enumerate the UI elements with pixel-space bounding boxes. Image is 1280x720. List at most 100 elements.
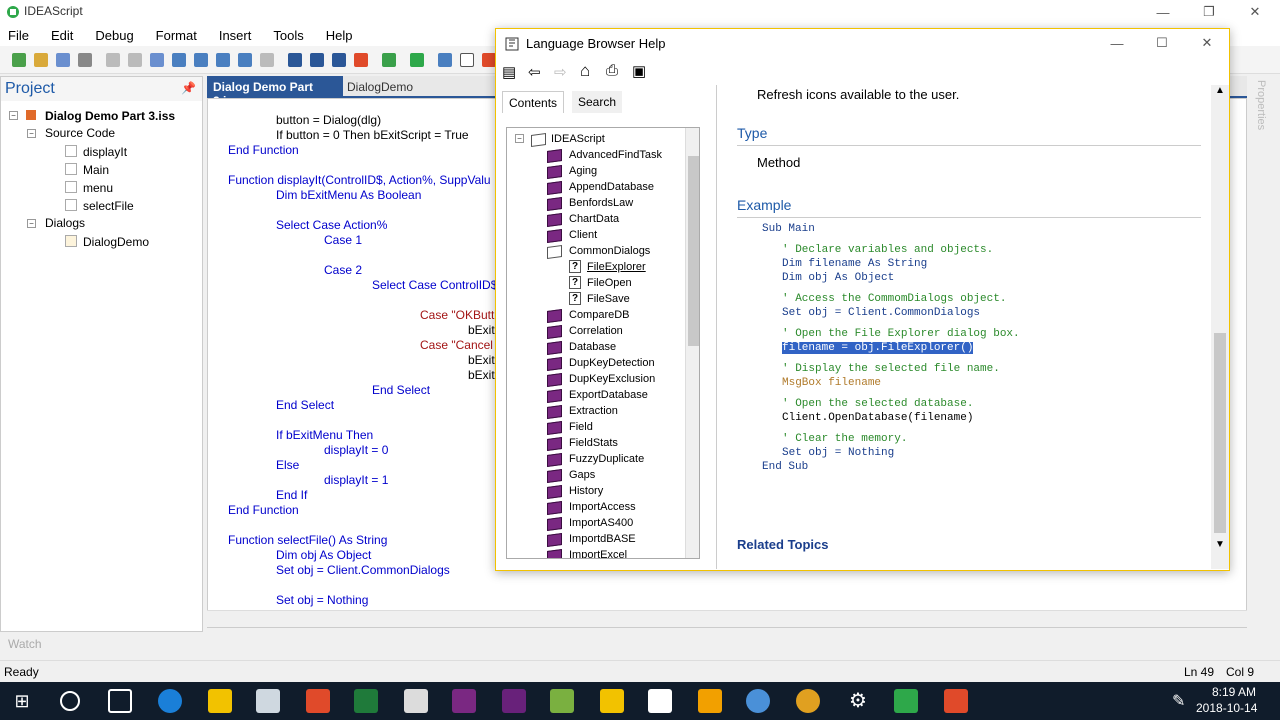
file-displayit[interactable]: displayIt xyxy=(83,145,127,159)
clock-date[interactable]: 2018-10-14 xyxy=(1196,701,1257,715)
redo-icon[interactable] xyxy=(260,53,274,67)
menu-help[interactable]: Help xyxy=(326,28,353,43)
menu-tools[interactable]: Tools xyxy=(273,28,303,43)
tree-node[interactable]: DupKeyExclusion xyxy=(569,373,655,385)
menu-debug[interactable]: Debug xyxy=(95,28,133,43)
people-icon[interactable] xyxy=(698,689,722,713)
content-vertical-scrollbar[interactable]: ▲ ▼ xyxy=(1211,85,1229,569)
debug-icon[interactable] xyxy=(482,53,496,67)
onenote-icon[interactable] xyxy=(452,689,476,713)
tree-node[interactable]: AdvancedFindTask xyxy=(569,149,662,161)
save-icon[interactable] xyxy=(56,53,70,67)
tree-node[interactable]: ImportExcel xyxy=(569,549,627,558)
file-menu[interactable]: menu xyxy=(83,181,113,195)
tree-node[interactable]: AppendDatabase xyxy=(569,181,654,193)
tree-node[interactable]: Gaps xyxy=(569,469,595,481)
find-icon[interactable] xyxy=(172,53,186,67)
close-button[interactable]: ✕ xyxy=(1232,0,1278,24)
run-icon[interactable] xyxy=(438,53,452,67)
tree-node-selected[interactable]: FileExplorer xyxy=(587,261,646,273)
editor-horizontal-scrollbar[interactable] xyxy=(207,610,1247,627)
menu-edit[interactable]: Edit xyxy=(51,28,73,43)
tab-dialog-demo-part3[interactable]: Dialog Demo Part 3.iss xyxy=(207,76,343,108)
cortana-icon[interactable] xyxy=(60,691,80,711)
replace-icon[interactable] xyxy=(216,53,230,67)
settings-icon[interactable]: ⚙ xyxy=(846,689,870,713)
find-next-icon[interactable] xyxy=(194,53,208,67)
tree-node[interactable]: CommonDialogs xyxy=(569,245,650,257)
pin-icon[interactable]: 📌 xyxy=(181,81,196,95)
print-icon[interactable] xyxy=(78,53,92,67)
tree-node[interactable]: FileOpen xyxy=(587,277,632,289)
file-explorer-icon[interactable] xyxy=(208,689,232,713)
tree-node[interactable]: Database xyxy=(569,341,616,353)
watch-label[interactable]: Watch xyxy=(8,637,42,651)
comment-icon[interactable] xyxy=(382,53,396,67)
tree-node[interactable]: Client xyxy=(569,229,597,241)
tree-node[interactable]: DupKeyDetection xyxy=(569,357,655,369)
source-code-node[interactable]: Source Code xyxy=(45,126,115,140)
camtasia-icon[interactable] xyxy=(944,689,968,713)
menu-file[interactable]: File xyxy=(8,28,29,43)
ideascript-taskbar-icon[interactable] xyxy=(894,689,918,713)
properties-tab[interactable]: Properties xyxy=(1255,80,1267,130)
tab-dialogdemo[interactable]: DialogDemo xyxy=(347,80,413,94)
power-bi-icon[interactable] xyxy=(600,689,624,713)
tree-node[interactable]: FileSave xyxy=(587,293,630,305)
help-minimize-button[interactable]: — xyxy=(1094,29,1140,57)
tree-vertical-scrollbar[interactable] xyxy=(685,128,699,558)
tree-node[interactable]: Field xyxy=(569,421,593,433)
tree-node[interactable]: CompareDB xyxy=(569,309,630,321)
file-main[interactable]: Main xyxy=(83,163,109,177)
globe-app-icon[interactable] xyxy=(746,689,770,713)
clock-time[interactable]: 8:19 AM xyxy=(1212,685,1256,699)
tree-node[interactable]: ImportAS400 xyxy=(569,517,633,529)
scroll-down-icon[interactable]: ▼ xyxy=(1213,539,1227,553)
tree-node[interactable]: BenfordsLaw xyxy=(569,197,633,209)
properties-sidebar[interactable] xyxy=(1253,76,1280,576)
home-icon[interactable]: ⌂ xyxy=(580,61,590,81)
related-topics[interactable]: Related Topics xyxy=(737,537,829,552)
gift-app-icon[interactable] xyxy=(306,689,330,713)
stop-icon[interactable] xyxy=(460,53,474,67)
dialogs-node[interactable]: Dialogs xyxy=(45,216,85,230)
forward-icon[interactable]: ⇨ xyxy=(554,63,567,81)
root-expander[interactable]: − xyxy=(9,111,18,120)
task-view-icon[interactable] xyxy=(108,689,132,713)
tab-contents[interactable]: Contents xyxy=(502,91,565,113)
prev-bookmark-icon[interactable] xyxy=(332,53,346,67)
dialogs-expander[interactable]: − xyxy=(27,219,36,228)
store-icon[interactable] xyxy=(256,689,280,713)
file-selectfile[interactable]: selectFile xyxy=(83,199,134,213)
clear-bookmarks-icon[interactable] xyxy=(354,53,368,67)
help-close-button[interactable]: ✕ xyxy=(1184,29,1230,57)
new-icon[interactable] xyxy=(12,53,26,67)
help-maximize-button[interactable]: ☐ xyxy=(1139,29,1185,57)
tree-node[interactable]: Correlation xyxy=(569,325,623,337)
bookmark-icon[interactable] xyxy=(288,53,302,67)
maximize-button[interactable]: ❐ xyxy=(1186,0,1232,24)
project-root[interactable]: Dialog Demo Part 3.iss xyxy=(45,109,175,123)
copy-icon[interactable] xyxy=(128,53,142,67)
cut-icon[interactable] xyxy=(106,53,120,67)
pen-icon[interactable]: ✎ xyxy=(1172,691,1185,711)
source-expander[interactable]: − xyxy=(27,129,36,138)
menu-format[interactable]: Format xyxy=(156,28,197,43)
tree-node[interactable]: ImportdBASE xyxy=(569,533,636,545)
menu-insert[interactable]: Insert xyxy=(219,28,252,43)
paste-icon[interactable] xyxy=(150,53,164,67)
edge-icon[interactable] xyxy=(158,689,182,713)
tree-node[interactable]: Extraction xyxy=(569,405,618,417)
scroll-thumb[interactable] xyxy=(1214,333,1226,533)
tree-node[interactable]: Aging xyxy=(569,165,597,177)
undo-icon[interactable] xyxy=(238,53,252,67)
notepad-plus-icon[interactable] xyxy=(550,689,574,713)
scroll-thumb[interactable] xyxy=(688,156,699,346)
tree-node[interactable]: ChartData xyxy=(569,213,619,225)
calculator-icon[interactable] xyxy=(404,689,428,713)
back-icon[interactable]: ⇦ xyxy=(528,63,541,81)
compile-icon[interactable] xyxy=(410,53,424,67)
tree-node[interactable]: ExportDatabase xyxy=(569,389,648,401)
next-bookmark-icon[interactable] xyxy=(310,53,324,67)
print-icon[interactable]: ⎙ xyxy=(606,62,618,79)
